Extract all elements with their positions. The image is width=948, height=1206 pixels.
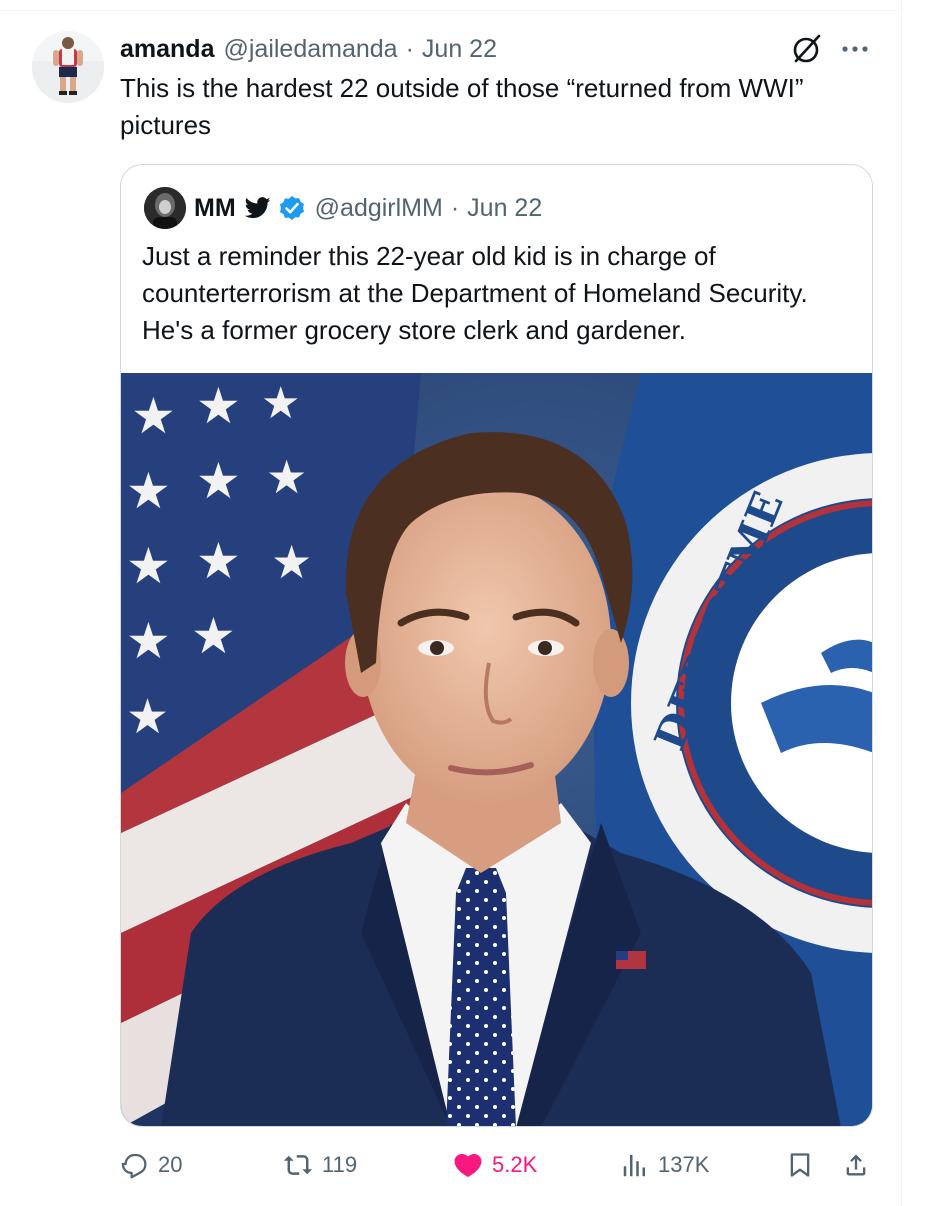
quoted-tweet-text: Just a reminder this 22-year old kid is … (142, 241, 808, 345)
share-button[interactable] (842, 1140, 878, 1190)
tweet-header: amanda @jailedamanda · Jun 22 (120, 32, 497, 66)
reply-button[interactable]: 20 (120, 1140, 182, 1190)
reply-count: 20 (158, 1152, 183, 1177)
tie (446, 868, 516, 1126)
more-icon[interactable] (838, 37, 872, 61)
like-count: 5.2K (492, 1152, 538, 1177)
tweet-date[interactable]: Jun 22 (422, 35, 497, 64)
views-button[interactable]: 137K (620, 1140, 709, 1190)
verified-badge-icon (279, 196, 304, 220)
svg-text:★: ★ (196, 532, 241, 590)
quoted-author-name[interactable]: MM (194, 194, 236, 223)
svg-text:★: ★ (126, 689, 169, 745)
views-icon (623, 1155, 645, 1177)
grok-icon[interactable] (790, 32, 824, 66)
repost-count: 119 (322, 1152, 358, 1177)
author-handle[interactable]: @jailedamanda (223, 35, 397, 64)
views-count: 137K (658, 1152, 710, 1177)
author-name[interactable]: amanda (120, 35, 214, 64)
quoted-tweet[interactable]: MM @adgirlMM · Jun 22 Just a reminder th… (120, 164, 873, 1127)
quoted-tweet-date[interactable]: Jun 22 (467, 194, 542, 223)
svg-text:★: ★ (126, 537, 171, 595)
bookmark-icon (790, 1153, 810, 1177)
frame-right-border (901, 0, 902, 1206)
svg-text:★: ★ (126, 612, 171, 670)
svg-text:★: ★ (196, 377, 241, 435)
svg-text:★: ★ (191, 607, 236, 665)
repost-icon (283, 1155, 313, 1175)
svg-text:★: ★ (266, 450, 307, 504)
svg-text:★: ★ (271, 535, 312, 589)
quoted-header-separator: · (450, 193, 460, 222)
author-avatar[interactable] (32, 31, 104, 103)
svg-text:★: ★ (131, 387, 176, 445)
reply-icon (121, 1153, 147, 1179)
svg-text:★: ★ (261, 378, 300, 429)
tweet-text: This is the hardest 22 outside of those … (120, 73, 804, 140)
svg-text:★: ★ (126, 462, 171, 520)
share-icon (846, 1154, 866, 1176)
action-bar: 20 119 5.2K 137K (0, 1140, 948, 1190)
svg-text:★: ★ (196, 452, 241, 510)
quoted-author-handle[interactable]: @adgirlMM (315, 194, 443, 223)
bird-icon (244, 197, 271, 219)
like-icon (454, 1153, 482, 1177)
repost-button[interactable]: 119 (282, 1140, 357, 1190)
like-button[interactable]: 5.2K (452, 1140, 537, 1190)
quoted-tweet-photo[interactable]: ★ ★ ★ ★ ★ ★ ★ ★ ★ ★ ★ ★ DEPARTME (121, 373, 872, 1126)
frame-top-border (0, 10, 901, 11)
header-separator: · (405, 34, 414, 63)
quoted-tweet-header: MM @adgirlMM · Jun 22 (194, 190, 542, 226)
quoted-author-avatar[interactable] (144, 187, 186, 229)
bookmark-button[interactable] (786, 1140, 822, 1190)
